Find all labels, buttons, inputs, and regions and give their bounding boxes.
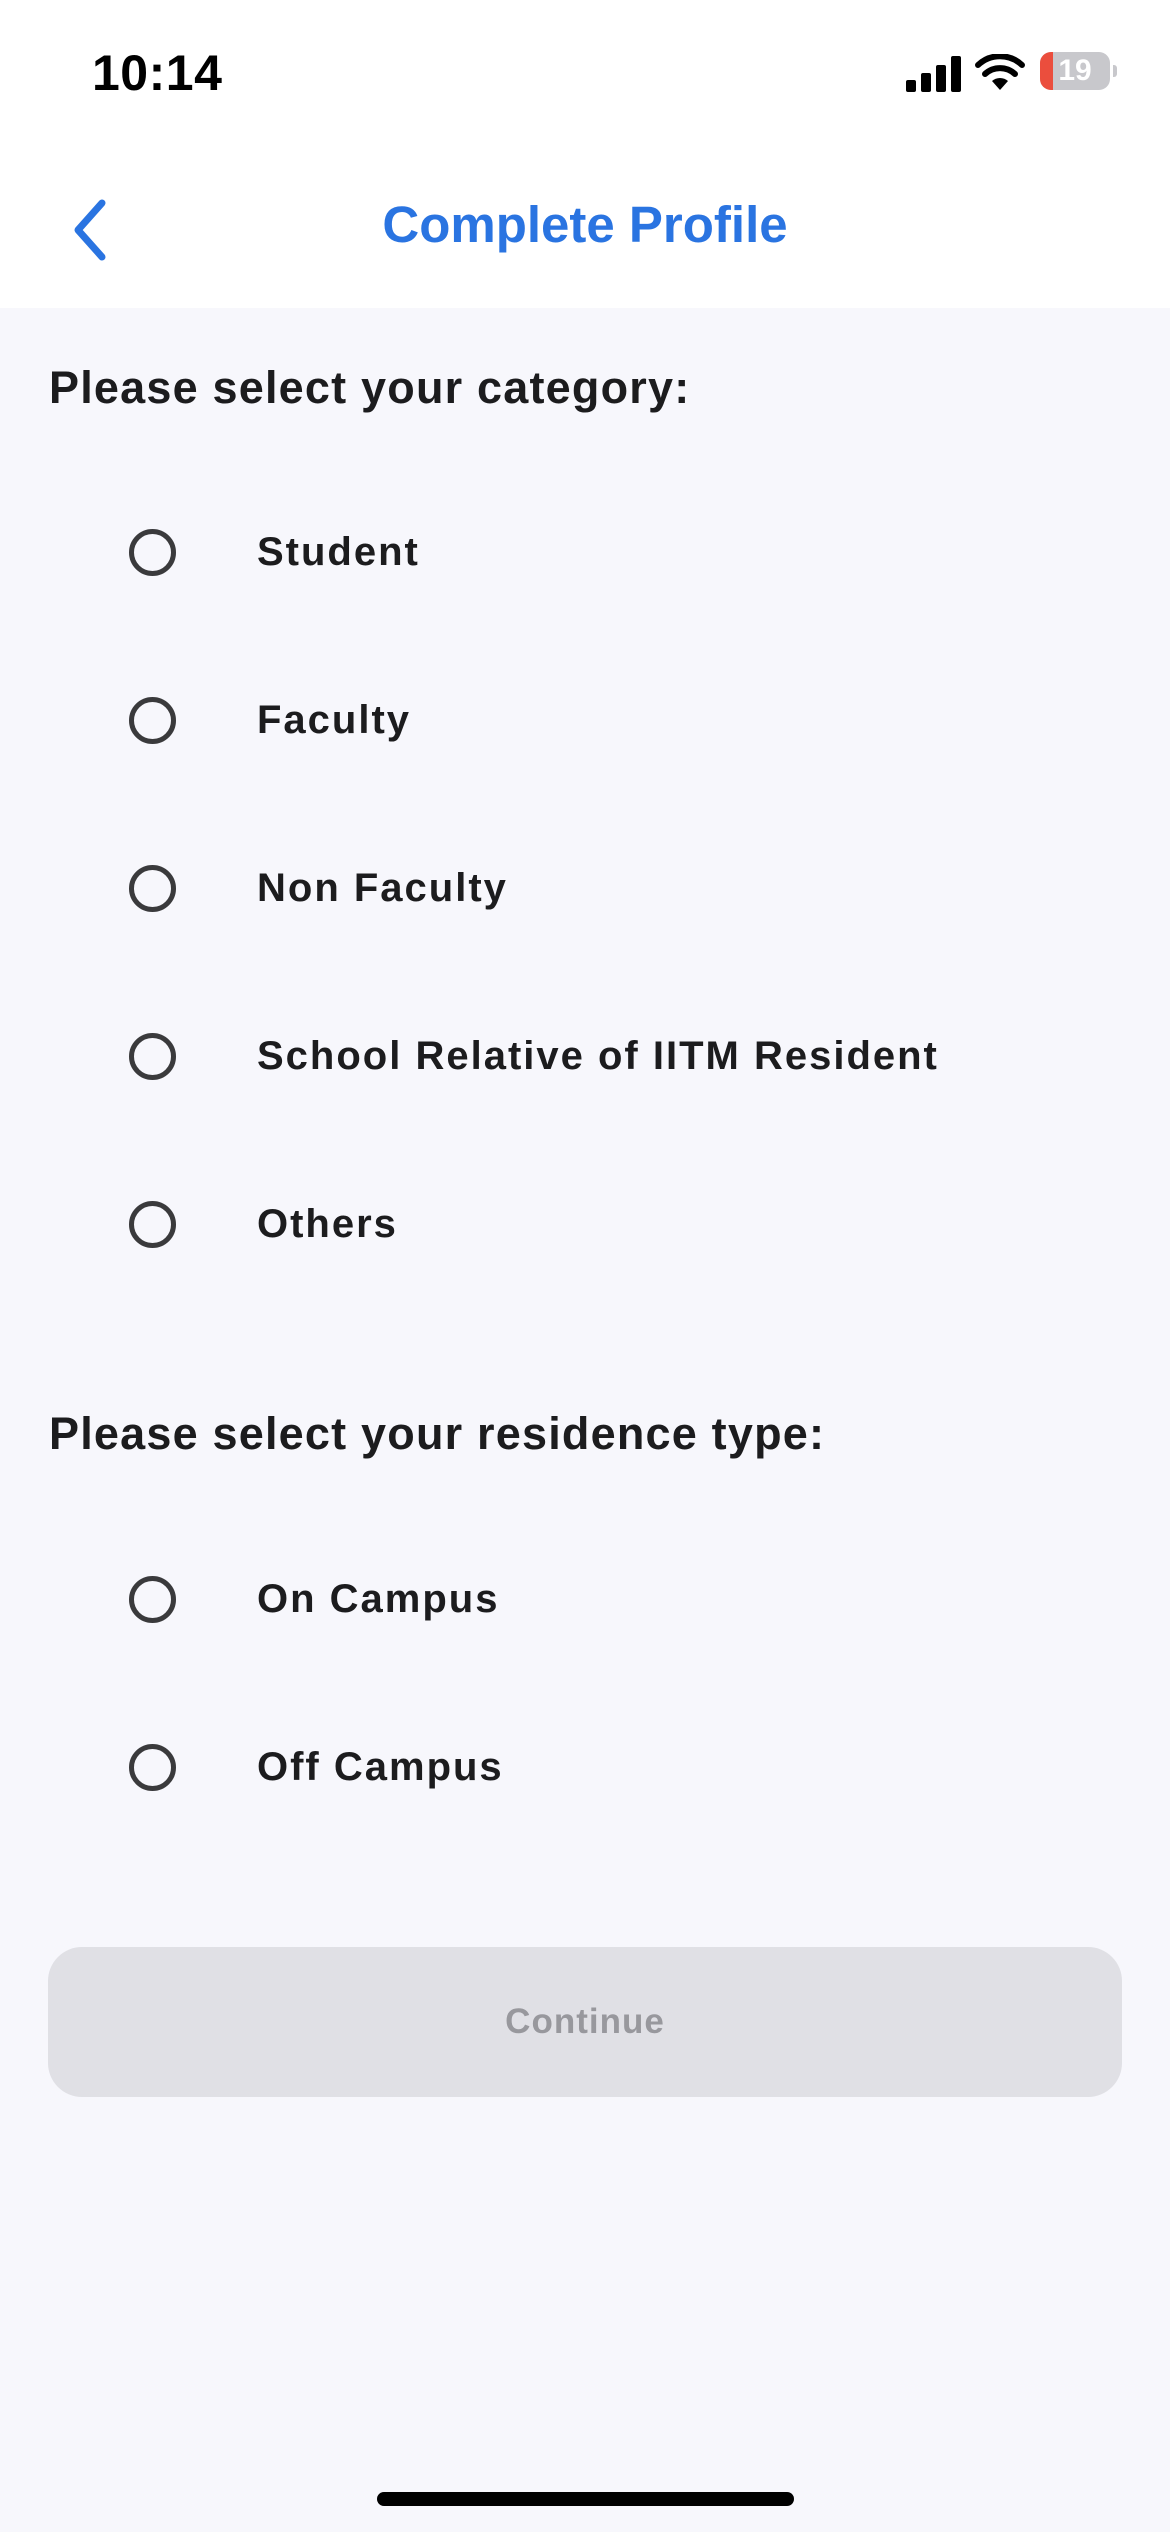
option-label: School Relative of IITM Resident	[257, 1033, 939, 1078]
continue-button[interactable]: Continue	[48, 1947, 1122, 2097]
status-bar: 10:14 19	[0, 0, 1170, 150]
category-option-non-faculty[interactable]: Non Faculty	[120, 833, 1120, 943]
page-title: Complete Profile	[382, 196, 788, 253]
category-option-faculty[interactable]: Faculty	[120, 665, 1120, 775]
radio-button-icon[interactable]	[129, 1200, 176, 1248]
radio-button-icon[interactable]	[129, 528, 176, 576]
signal-icon	[906, 56, 961, 92]
battery-cap	[1113, 65, 1117, 77]
navigation-bar: Complete Profile	[0, 150, 1170, 308]
home-indicator	[377, 2492, 794, 2506]
radio-button-icon[interactable]	[129, 1575, 176, 1623]
category-option-school-relative[interactable]: School Relative of IITM Resident	[120, 1001, 1120, 1111]
status-time: 10:14	[92, 45, 223, 101]
radio-button-icon[interactable]	[129, 1743, 176, 1791]
battery-level-text: 19	[1058, 54, 1092, 87]
option-label: Off Campus	[257, 1744, 504, 1789]
residence-section-title: Please select your residence type:	[49, 1408, 826, 1459]
category-option-others[interactable]: Others	[120, 1169, 1120, 1279]
residence-option-off-campus[interactable]: Off Campus	[120, 1712, 1120, 1822]
category-section-title: Please select your category:	[49, 362, 691, 413]
battery-icon: 19	[1040, 52, 1110, 90]
category-option-student[interactable]: Student	[120, 497, 1120, 607]
radio-button-icon[interactable]	[129, 1032, 176, 1080]
radio-button-icon[interactable]	[129, 696, 176, 744]
option-label: On Campus	[257, 1576, 500, 1621]
option-label: Others	[257, 1201, 398, 1246]
wifi-icon	[975, 54, 1025, 90]
radio-button-icon[interactable]	[129, 864, 176, 912]
option-label: Non Faculty	[257, 865, 508, 910]
option-label: Student	[257, 529, 420, 574]
option-label: Faculty	[257, 697, 412, 742]
residence-option-on-campus[interactable]: On Campus	[120, 1544, 1120, 1654]
